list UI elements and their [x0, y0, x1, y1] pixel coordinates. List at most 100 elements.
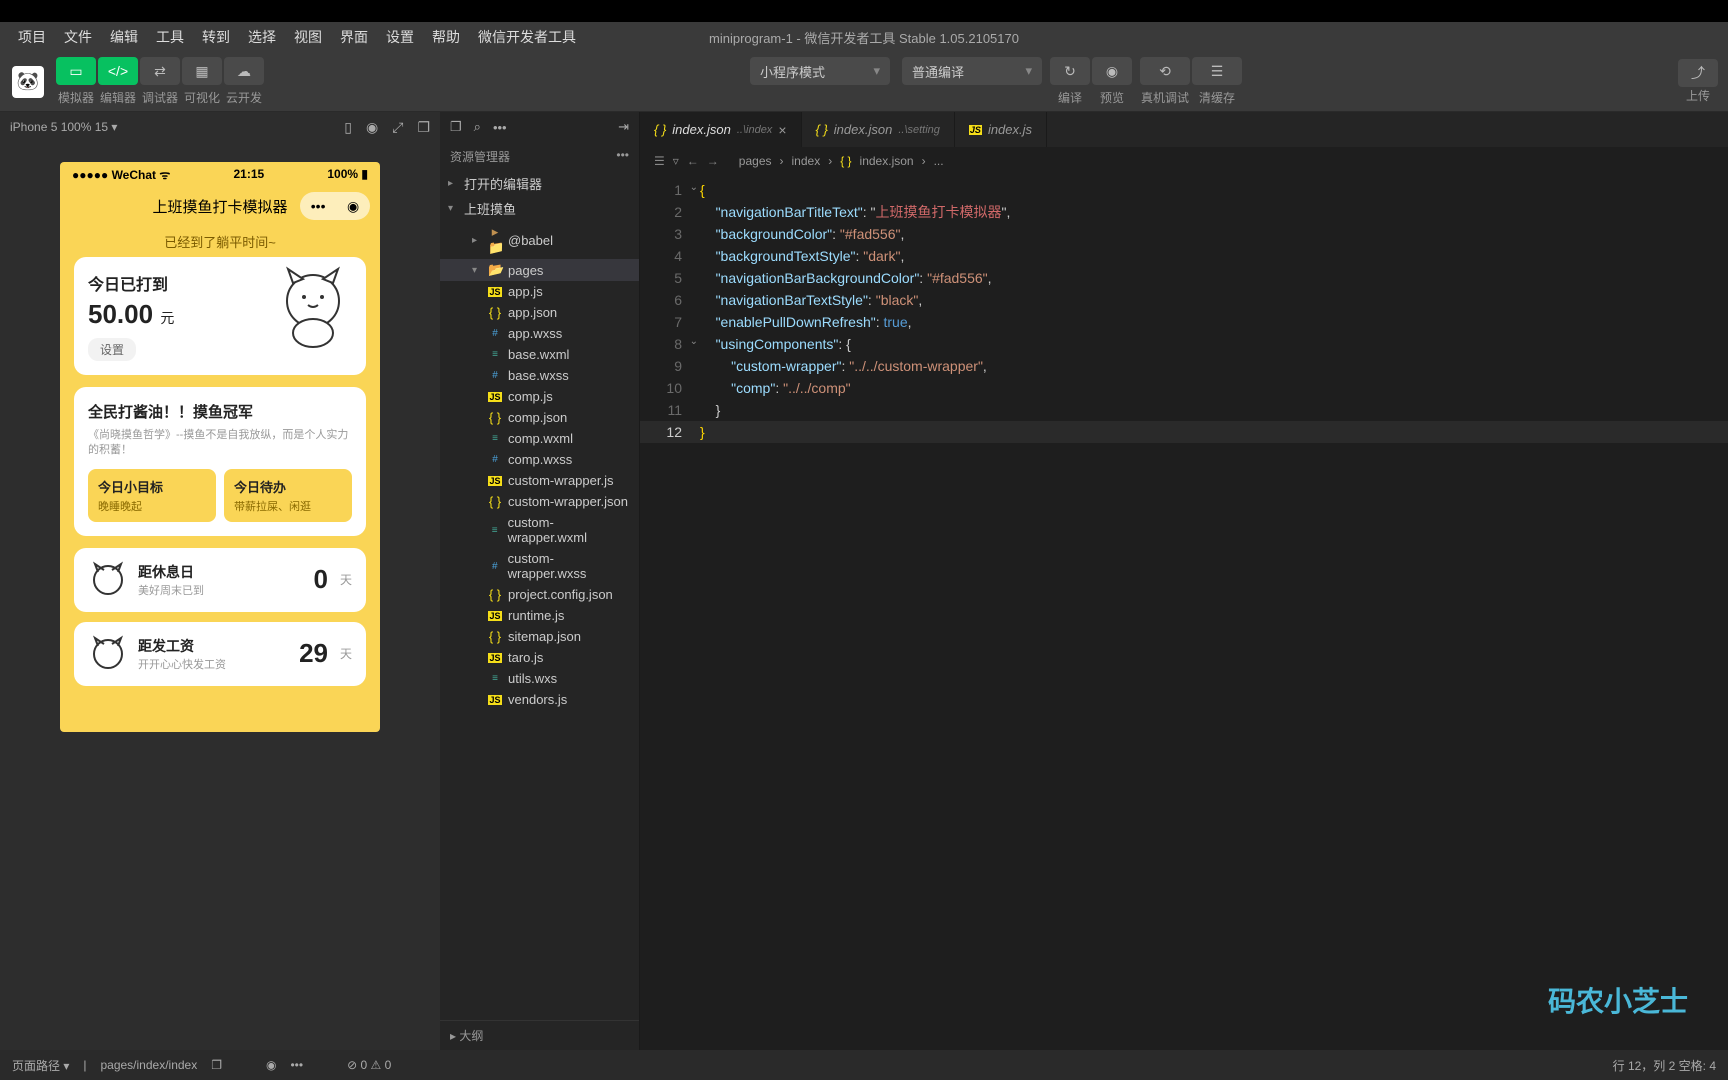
menu-wxdev[interactable]: 微信开发者工具 — [470, 23, 584, 51]
tree-item[interactable]: { }app.json — [440, 302, 639, 323]
tree-item[interactable]: JSvendors.js — [440, 689, 639, 710]
more-icon[interactable]: ••• — [290, 1058, 303, 1072]
page-path-select[interactable]: 页面路径 ▾ — [12, 1057, 69, 1074]
nav-title: 上班摸鱼打卡模拟器 — [152, 196, 287, 217]
tab-index-json[interactable]: { } index.json ..\index × — [640, 112, 802, 147]
tree-item[interactable]: #comp.wxss — [440, 449, 639, 470]
cursor-position[interactable]: 行 12，列 2 空格: 4 — [1613, 1057, 1716, 1074]
status-battery: 100% ▮ — [327, 167, 368, 181]
tree-item[interactable]: { }comp.json — [440, 407, 639, 428]
view-cloud-button[interactable]: ☁ — [224, 57, 264, 85]
phone-simulator[interactable]: ●●●●● WeChat ᯤ 21:15 100% ▮ 上班摸鱼打卡模拟器 ••… — [60, 162, 380, 732]
explorer-more-icon[interactable]: ••• — [616, 148, 629, 165]
search-icon[interactable]: ⌕ — [474, 119, 481, 135]
rest-day-row[interactable]: 距休息日 美好周末已到 0 天 — [74, 548, 366, 612]
view-visual-button[interactable]: ▦ — [182, 57, 222, 85]
tree-item[interactable]: { }sitemap.json — [440, 626, 639, 647]
page-path: pages/index/index — [100, 1058, 197, 1072]
tree-item[interactable]: #custom-wrapper.wxss — [440, 548, 639, 584]
clear-cache-button[interactable]: ☰ — [1192, 57, 1242, 85]
menu-select[interactable]: 选择 — [240, 23, 284, 51]
tree-item[interactable]: #base.wxss — [440, 365, 639, 386]
compile-button[interactable]: ↻ — [1050, 57, 1090, 85]
explorer-files-icon[interactable]: ❐ — [450, 119, 462, 135]
eye-icon[interactable]: ◉ — [266, 1058, 276, 1072]
todo-chip[interactable]: 今日待办 带薪拉屎、闲逛 — [224, 469, 352, 522]
copy-path-icon[interactable]: ❐ — [211, 1058, 222, 1072]
tree-item[interactable]: ≡comp.wxml — [440, 428, 639, 449]
menu-view[interactable]: 视图 — [286, 23, 330, 51]
view-debugger-label: 调试器 — [140, 89, 180, 106]
view-simulator-label: 模拟器 — [56, 89, 96, 106]
view-debugger-button[interactable]: ⇄ — [140, 57, 180, 85]
mode-select[interactable]: 小程序模式▾ — [750, 57, 890, 85]
menu-edit[interactable]: 编辑 — [102, 23, 146, 51]
salary-row[interactable]: 距发工资 开开心心快发工资 29 天 — [74, 622, 366, 686]
tree-item[interactable]: ≡custom-wrapper.wxml — [440, 512, 639, 548]
outline-header[interactable]: ▸ 大纲 — [440, 1020, 639, 1050]
banner-text: 已经到了躺平时间~ — [60, 226, 380, 257]
menubar: 项目 文件 编辑 工具 转到 选择 视图 界面 设置 帮助 微信开发者工具 mi… — [0, 22, 1728, 52]
tree-item[interactable]: #app.wxss — [440, 323, 639, 344]
view-editor-label: 编辑器 — [98, 89, 138, 106]
tree-item[interactable]: JStaro.js — [440, 647, 639, 668]
explorer-panel: ❐ ⌕ ••• ⇥ 资源管理器 ••• ▸打开的编辑器 ▾上班摸鱼 ▸▸📁@ba… — [440, 112, 640, 1050]
editor-tabs: { } index.json ..\index × { } index.json… — [640, 112, 1728, 147]
tree-open-editors[interactable]: ▸打开的编辑器 — [440, 171, 639, 196]
upload-button[interactable]: ⤴ — [1678, 59, 1718, 87]
tree-item[interactable]: ▸▸📁@babel — [440, 221, 639, 259]
editor-panel: { } index.json ..\index × { } index.json… — [640, 112, 1728, 1050]
more-icon[interactable]: ••• — [493, 120, 507, 135]
menu-tools[interactable]: 工具 — [148, 23, 192, 51]
settings-pill[interactable]: 设置 — [88, 338, 136, 361]
panel-toggle-icon[interactable]: ⇥ — [618, 119, 629, 135]
menu-goto[interactable]: 转到 — [194, 23, 238, 51]
tree-item[interactable]: { }project.config.json — [440, 584, 639, 605]
tree-item[interactable]: JScomp.js — [440, 386, 639, 407]
close-icon[interactable]: × — [778, 122, 786, 138]
cat-icon — [88, 560, 128, 600]
window-title: miniprogram-1 - 微信开发者工具 Stable 1.05.2105… — [701, 24, 1027, 51]
view-simulator-button[interactable]: ▭ — [56, 57, 96, 85]
earnings-card[interactable]: 今日已打到 50.00 元 设置 — [74, 257, 366, 375]
tree-item[interactable]: ≡utils.wxs — [440, 668, 639, 689]
statusbar: 页面路径 ▾ | pages/index/index ❐ ◉ ••• ⊘ 0 ⚠… — [0, 1050, 1728, 1080]
menu-help[interactable]: 帮助 — [424, 23, 468, 51]
share-icon[interactable]: ⤢ — [392, 119, 403, 136]
status-carrier: ●●●●● WeChat ᯤ — [72, 166, 170, 183]
nav-fwd-icon[interactable]: → — [707, 154, 719, 168]
goal-chip[interactable]: 今日小目标 晚睡晚起 — [88, 469, 216, 522]
bookmark-icon[interactable]: ▿ — [673, 154, 679, 168]
menu-project[interactable]: 项目 — [10, 23, 54, 51]
cat-illustration — [268, 261, 358, 351]
tree-item[interactable]: JScustom-wrapper.js — [440, 470, 639, 491]
record-icon[interactable]: ◉ — [366, 119, 378, 136]
compile-select[interactable]: 普通编译▾ — [902, 57, 1042, 85]
capsule-button[interactable]: •••◉ — [300, 192, 370, 220]
tree-project-root[interactable]: ▾上班摸鱼 — [440, 196, 639, 221]
list-icon[interactable]: ☰ — [654, 154, 665, 168]
tab-setting-json[interactable]: { } index.json ..\setting — [802, 112, 955, 147]
tree-item[interactable]: { }custom-wrapper.json — [440, 491, 639, 512]
menu-file[interactable]: 文件 — [56, 23, 100, 51]
menu-interface[interactable]: 界面 — [332, 23, 376, 51]
preview-button[interactable]: ◉ — [1092, 57, 1132, 85]
menu-settings[interactable]: 设置 — [378, 23, 422, 51]
tree-item[interactable]: ▾📂pages — [440, 259, 639, 281]
nav-back-icon[interactable]: ← — [687, 154, 699, 168]
explorer-title: 资源管理器 — [450, 148, 510, 165]
view-editor-button[interactable]: </> — [98, 57, 138, 85]
tree-item[interactable]: ≡base.wxml — [440, 344, 639, 365]
problems[interactable]: ⊘ 0 ⚠ 0 — [347, 1058, 391, 1072]
tab-index-js[interactable]: JS index.js — [955, 112, 1047, 147]
tree-item[interactable]: JSruntime.js — [440, 605, 639, 626]
copy-icon[interactable]: ❐ — [417, 119, 430, 136]
view-visual-label: 可视化 — [182, 89, 222, 106]
code-editor[interactable]: 1⌄{ 2 "navigationBarTitleText": "上班摸鱼打卡模… — [640, 175, 1728, 1050]
tree-item[interactable]: JSapp.js — [440, 281, 639, 302]
breadcrumb[interactable]: ☰ ▿ ← → pages › index › { } index.json ›… — [640, 147, 1728, 175]
device-select[interactable]: iPhone 5 100% 15 ▾ — [10, 120, 117, 134]
device-icon[interactable]: ▯ — [344, 119, 352, 136]
champion-card[interactable]: 全民打酱油！！摸鱼冠军 《尚晓摸鱼哲学》--摸鱼不是自我放纵，而是个人实力的积蓄… — [74, 387, 366, 536]
real-device-button[interactable]: ⟲ — [1140, 57, 1190, 85]
